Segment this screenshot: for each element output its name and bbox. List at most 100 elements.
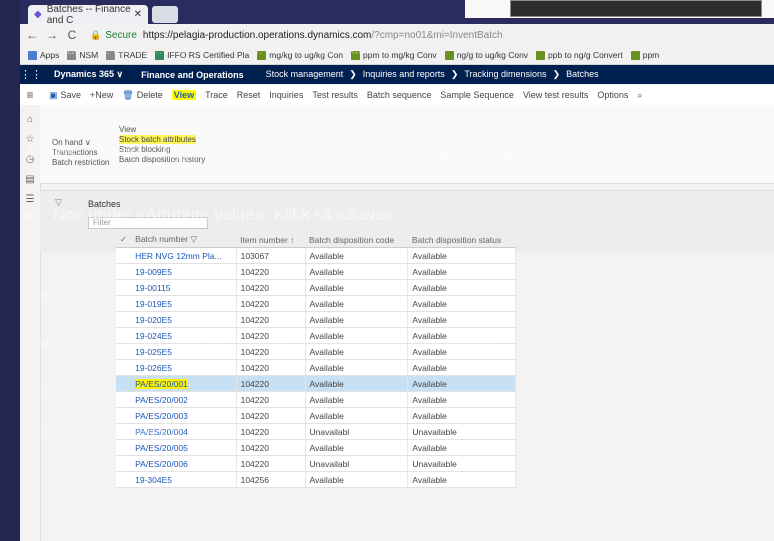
- modules-list-icon[interactable]: ☰: [20, 194, 40, 205]
- batch-number-cell[interactable]: 19-020E5: [131, 311, 237, 328]
- action-inquiries-button[interactable]: Inquiries: [269, 90, 303, 100]
- bookmark-item[interactable]: ppb to ng/g Convert: [536, 50, 623, 60]
- bookmark-item[interactable]: IFFO RS Certified Pla: [155, 50, 249, 60]
- batch-number-link[interactable]: 19-019E5: [135, 299, 172, 309]
- batch-number-link[interactable]: 19-304E5: [135, 475, 172, 485]
- recent-clock-icon[interactable]: ◷: [20, 154, 40, 165]
- filter-funnel-icon[interactable]: ▽: [55, 197, 62, 208]
- action-trace-button[interactable]: Trace: [205, 90, 228, 100]
- browser-tab[interactable]: ◆ Batches -- Finance and C ✕: [28, 4, 148, 26]
- batch-number-link[interactable]: PA/ES/20/002: [135, 395, 188, 405]
- batch-number-cell[interactable]: 19-00115: [131, 279, 237, 296]
- batch-number-link[interactable]: 19-024E5: [135, 331, 172, 341]
- table-row[interactable]: PA/ES/20/006 104220 Unavailabl Unavailable: [116, 455, 516, 472]
- batch-number-link[interactable]: PA/ES/20/006: [135, 459, 188, 469]
- column-header[interactable]: Batch disposition status: [407, 232, 516, 248]
- action-batch-sequence-button[interactable]: Batch sequence: [367, 90, 432, 100]
- table-row[interactable]: PA/ES/20/002 104220 Available Available: [116, 391, 516, 408]
- search-icon[interactable]: ⌕: [637, 90, 642, 101]
- breadcrumb-item[interactable]: Batches: [566, 69, 599, 79]
- home-icon[interactable]: ⌂: [20, 114, 40, 125]
- table-row[interactable]: PA/ES/20/004 104220 Unavailabl Unavailable: [116, 423, 516, 440]
- forward-arrow-icon[interactable]: →: [44, 28, 60, 42]
- batch-number-cell[interactable]: HER NVG 12mm Pla...: [131, 247, 237, 264]
- table-row[interactable]: 19-025E5 104220 Available Available: [116, 343, 516, 360]
- batch-number-cell[interactable]: PA/ES/20/003: [131, 407, 237, 424]
- batch-number-link[interactable]: 19-025E5: [135, 347, 172, 357]
- action-delete-button[interactable]: 🗑 Delete: [122, 90, 162, 101]
- column-header[interactable]: Item number ↑: [236, 232, 305, 248]
- new-tab-button[interactable]: [152, 6, 178, 23]
- row-selector[interactable]: [116, 327, 132, 344]
- batch-number-link[interactable]: PA/ES/20/001: [135, 378, 188, 389]
- row-selector[interactable]: [116, 343, 132, 360]
- select-all-checkbox[interactable]: ✓: [116, 232, 132, 248]
- row-selector[interactable]: [116, 407, 132, 424]
- batch-number-cell[interactable]: 19-019E5: [131, 295, 237, 312]
- table-row[interactable]: 19-019E5 104220 Available Available: [116, 295, 516, 312]
- batch-number-link[interactable]: 19-026E5: [135, 363, 172, 373]
- bookmark-item[interactable]: TRADE: [106, 50, 147, 60]
- column-header[interactable]: Batch disposition code: [305, 232, 408, 248]
- action-view-test-results-button[interactable]: View test results: [523, 90, 588, 100]
- secure-indicator[interactable]: 🔒 Secure: [90, 30, 137, 41]
- batch-number-link[interactable]: PA/ES/20/005: [135, 443, 188, 453]
- batch-number-cell[interactable]: 19-304E5: [131, 471, 237, 488]
- reload-icon[interactable]: C: [64, 28, 80, 42]
- row-selector[interactable]: [116, 375, 132, 392]
- hamburger-menu-icon[interactable]: ≡: [20, 88, 40, 102]
- view-menu-item[interactable]: Stock batch attributes: [119, 135, 196, 144]
- table-row[interactable]: PA/ES/20/001 104220 Available Available: [116, 375, 516, 392]
- row-selector[interactable]: [116, 439, 132, 456]
- batch-number-cell[interactable]: 19-009E5: [131, 263, 237, 280]
- bookmark-item[interactable]: mg/kg to ug/kg Con: [257, 50, 343, 60]
- dropdown-menu-item[interactable]: Batch restriction: [52, 158, 109, 168]
- action-new-button[interactable]: +New: [90, 90, 113, 100]
- row-selector[interactable]: [116, 471, 132, 488]
- batch-number-cell[interactable]: PA/ES/20/002: [131, 391, 237, 408]
- breadcrumb-item[interactable]: Stock management: [266, 69, 344, 79]
- table-row[interactable]: 19-026E5 104220 Available Available: [116, 359, 516, 376]
- row-selector[interactable]: [116, 247, 132, 264]
- batch-number-cell[interactable]: 19-026E5: [131, 359, 237, 376]
- table-row[interactable]: 19-024E5 104220 Available Available: [116, 327, 516, 344]
- bookmark-item[interactable]: Apps: [28, 50, 59, 60]
- table-row[interactable]: 19-304E5 104256 Available Available: [116, 471, 516, 488]
- action-view-button[interactable]: View: [171, 90, 197, 100]
- table-row[interactable]: PA/ES/20/005 104220 Available Available: [116, 439, 516, 456]
- action-test-results-button[interactable]: Test results: [312, 90, 358, 100]
- batch-number-cell[interactable]: PA/ES/20/004: [131, 423, 237, 440]
- action-reset-button[interactable]: Reset: [237, 90, 261, 100]
- row-selector[interactable]: [116, 279, 132, 296]
- action-sample-sequence-button[interactable]: Sample Sequence: [440, 90, 514, 100]
- batch-number-link[interactable]: 19-020E5: [135, 315, 172, 325]
- dynamics-brand[interactable]: Dynamics 365 ∨: [54, 69, 123, 80]
- bookmark-item[interactable]: NSM: [67, 50, 98, 60]
- row-selector[interactable]: [116, 359, 132, 376]
- batch-number-link[interactable]: PA/ES/20/004: [135, 427, 188, 437]
- url-field[interactable]: https://pelagia-production.operations.dy…: [143, 30, 503, 41]
- row-selector[interactable]: [116, 423, 132, 440]
- table-row[interactable]: PA/ES/20/003 104220 Available Available: [116, 407, 516, 424]
- row-selector[interactable]: [116, 455, 132, 472]
- view-menu-item[interactable]: Stock blocking: [119, 145, 171, 154]
- batch-number-cell[interactable]: 19-025E5: [131, 343, 237, 360]
- batch-number-cell[interactable]: PA/ES/20/001: [131, 375, 237, 392]
- tab-close-icon[interactable]: ✕: [134, 9, 142, 20]
- app-launcher-icon[interactable]: ⋮⋮: [20, 68, 42, 81]
- batch-number-link[interactable]: PA/ES/20/003: [135, 411, 188, 421]
- breadcrumb-item[interactable]: Tracking dimensions: [464, 69, 546, 79]
- row-selector[interactable]: [116, 295, 132, 312]
- dropdown-menu-item[interactable]: On hand ∨: [52, 138, 109, 148]
- row-selector[interactable]: [116, 391, 132, 408]
- row-selector[interactable]: [116, 263, 132, 280]
- batch-number-link[interactable]: 19-00115: [135, 283, 170, 293]
- view-menu-item[interactable]: Batch disposition history: [119, 155, 205, 164]
- batch-number-link[interactable]: 19-009E5: [135, 267, 172, 277]
- action-options-button[interactable]: Options: [597, 90, 628, 100]
- table-row[interactable]: 19-00115 104220 Available Available: [116, 279, 516, 296]
- table-row[interactable]: 19-009E5 104220 Available Available: [116, 263, 516, 280]
- bookmark-item[interactable]: ng/g to ug/kg Conv: [444, 50, 528, 60]
- table-row[interactable]: 19-020E5 104220 Available Available: [116, 311, 516, 328]
- batch-number-cell[interactable]: PA/ES/20/006: [131, 455, 237, 472]
